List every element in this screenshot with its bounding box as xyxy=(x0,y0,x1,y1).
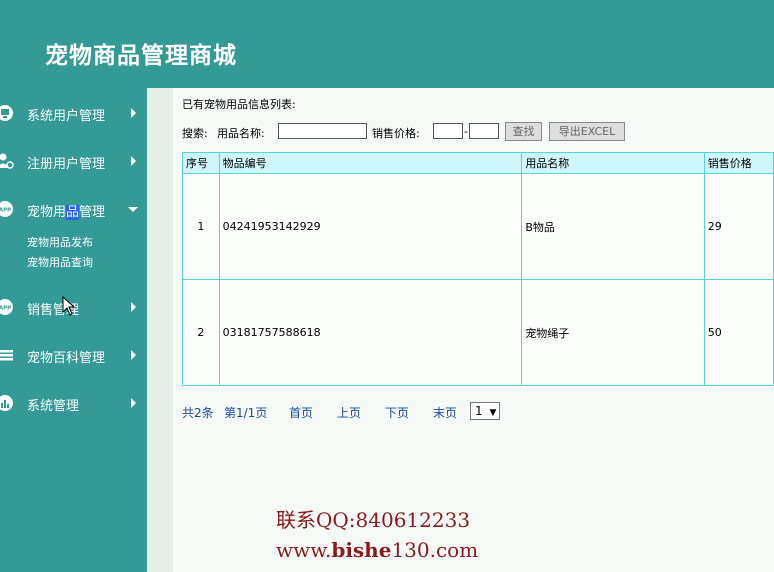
page-select[interactable]: 1 ▼ xyxy=(470,402,500,420)
svg-text:APP: APP xyxy=(0,208,11,214)
cell-index: 2 xyxy=(182,279,220,386)
cell-item-code: 03181757588618 xyxy=(218,279,523,386)
svg-text:APP: APP xyxy=(0,306,11,312)
table-header-row: 序号 物品编号 用品名称 销售价格 xyxy=(182,152,774,174)
page-select-value: 1 xyxy=(475,404,483,418)
range-separator: - xyxy=(464,125,468,138)
price-label: 销售价格: xyxy=(372,127,420,140)
name-label: 用品名称: xyxy=(217,127,265,140)
watermark-contact: 联系QQ:840612233 xyxy=(276,508,471,532)
search-label: 搜索: xyxy=(182,127,208,140)
app-icon: APP xyxy=(0,299,13,315)
pager-page-info: 第1/1页 xyxy=(224,406,268,420)
sidebar-item-label: 宠物用品管理 xyxy=(27,205,106,220)
supplies-table: 序号 物品编号 用品名称 销售价格 1 04241953142929 B物品 2… xyxy=(182,152,774,386)
column-header: 销售价格 xyxy=(703,152,774,174)
pager-last-link[interactable]: 末页 xyxy=(433,404,457,421)
sidebar-subitem-publish[interactable]: 宠物用品发布 xyxy=(27,234,93,250)
monitor-icon xyxy=(0,105,13,121)
pager-next-link[interactable]: 下页 xyxy=(385,404,409,421)
sidebar-item-label: 系统用户管理 xyxy=(27,109,106,124)
cell-price: 50 xyxy=(703,279,774,386)
chevron-down-icon xyxy=(128,207,138,212)
table-row[interactable]: 1 04241953142929 B物品 29 xyxy=(182,173,774,280)
cell-item-name: B物品 xyxy=(521,173,705,280)
app-header: 宠物商品管理商城 xyxy=(0,0,774,88)
export-excel-button[interactable]: 导出EXCEL xyxy=(549,122,625,141)
column-header: 物品编号 xyxy=(218,152,523,174)
chevron-right-icon xyxy=(131,156,136,166)
list-icon xyxy=(0,350,13,361)
sidebar-item-label: 宠物百科管理 xyxy=(27,351,106,366)
chevron-right-icon xyxy=(131,302,136,312)
chevron-right-icon xyxy=(131,398,136,408)
column-header: 序号 xyxy=(182,152,220,174)
sidebar-item-label: 注册用户管理 xyxy=(27,157,106,172)
table-row[interactable]: 2 03181757588618 宠物绳子 50 xyxy=(182,279,774,386)
price-max-input[interactable] xyxy=(469,123,499,139)
find-button[interactable]: 查找 xyxy=(505,122,542,141)
sidebar-item-system[interactable]: 系统管理 xyxy=(0,389,147,417)
sidebar-item-label: 系统管理 xyxy=(27,399,80,414)
pager-prev-link[interactable]: 上页 xyxy=(337,404,361,421)
chevron-down-icon: ▼ xyxy=(489,408,497,418)
chevron-right-icon xyxy=(131,350,136,360)
mouse-cursor-icon xyxy=(62,296,76,316)
cell-item-name: 宠物绳子 xyxy=(521,279,705,386)
cell-price: 29 xyxy=(703,173,774,280)
pager-total: 共2条 xyxy=(182,406,214,420)
cell-index: 1 xyxy=(182,173,220,280)
name-search-input[interactable] xyxy=(278,123,367,139)
chevron-right-icon xyxy=(131,108,136,118)
sidebar-item-system-users[interactable]: 系统用户管理 xyxy=(0,99,147,127)
app-icon: APP xyxy=(0,201,13,217)
sidebar-item-registered-users[interactable]: 注册用户管理 xyxy=(0,147,147,175)
cell-item-code: 04241953142929 xyxy=(218,173,523,280)
list-title: 已有宠物用品信息列表: xyxy=(182,98,296,111)
app-title: 宠物商品管理商城 xyxy=(45,42,237,69)
bar-chart-icon xyxy=(0,395,13,411)
content-edge xyxy=(147,88,174,572)
sidebar-subitem-query[interactable]: 宠物用品查询 xyxy=(27,254,93,270)
watermark-url: www.bishe130.com xyxy=(276,538,479,562)
price-min-input[interactable] xyxy=(433,123,463,139)
sidebar-item-pet-supplies[interactable]: APP 宠物用品管理 xyxy=(0,195,147,223)
pager-first-link[interactable]: 首页 xyxy=(289,404,313,421)
sidebar-item-pet-wiki[interactable]: 宠物百科管理 xyxy=(0,341,147,369)
user-gear-icon xyxy=(0,153,14,169)
column-header: 用品名称 xyxy=(521,152,705,174)
